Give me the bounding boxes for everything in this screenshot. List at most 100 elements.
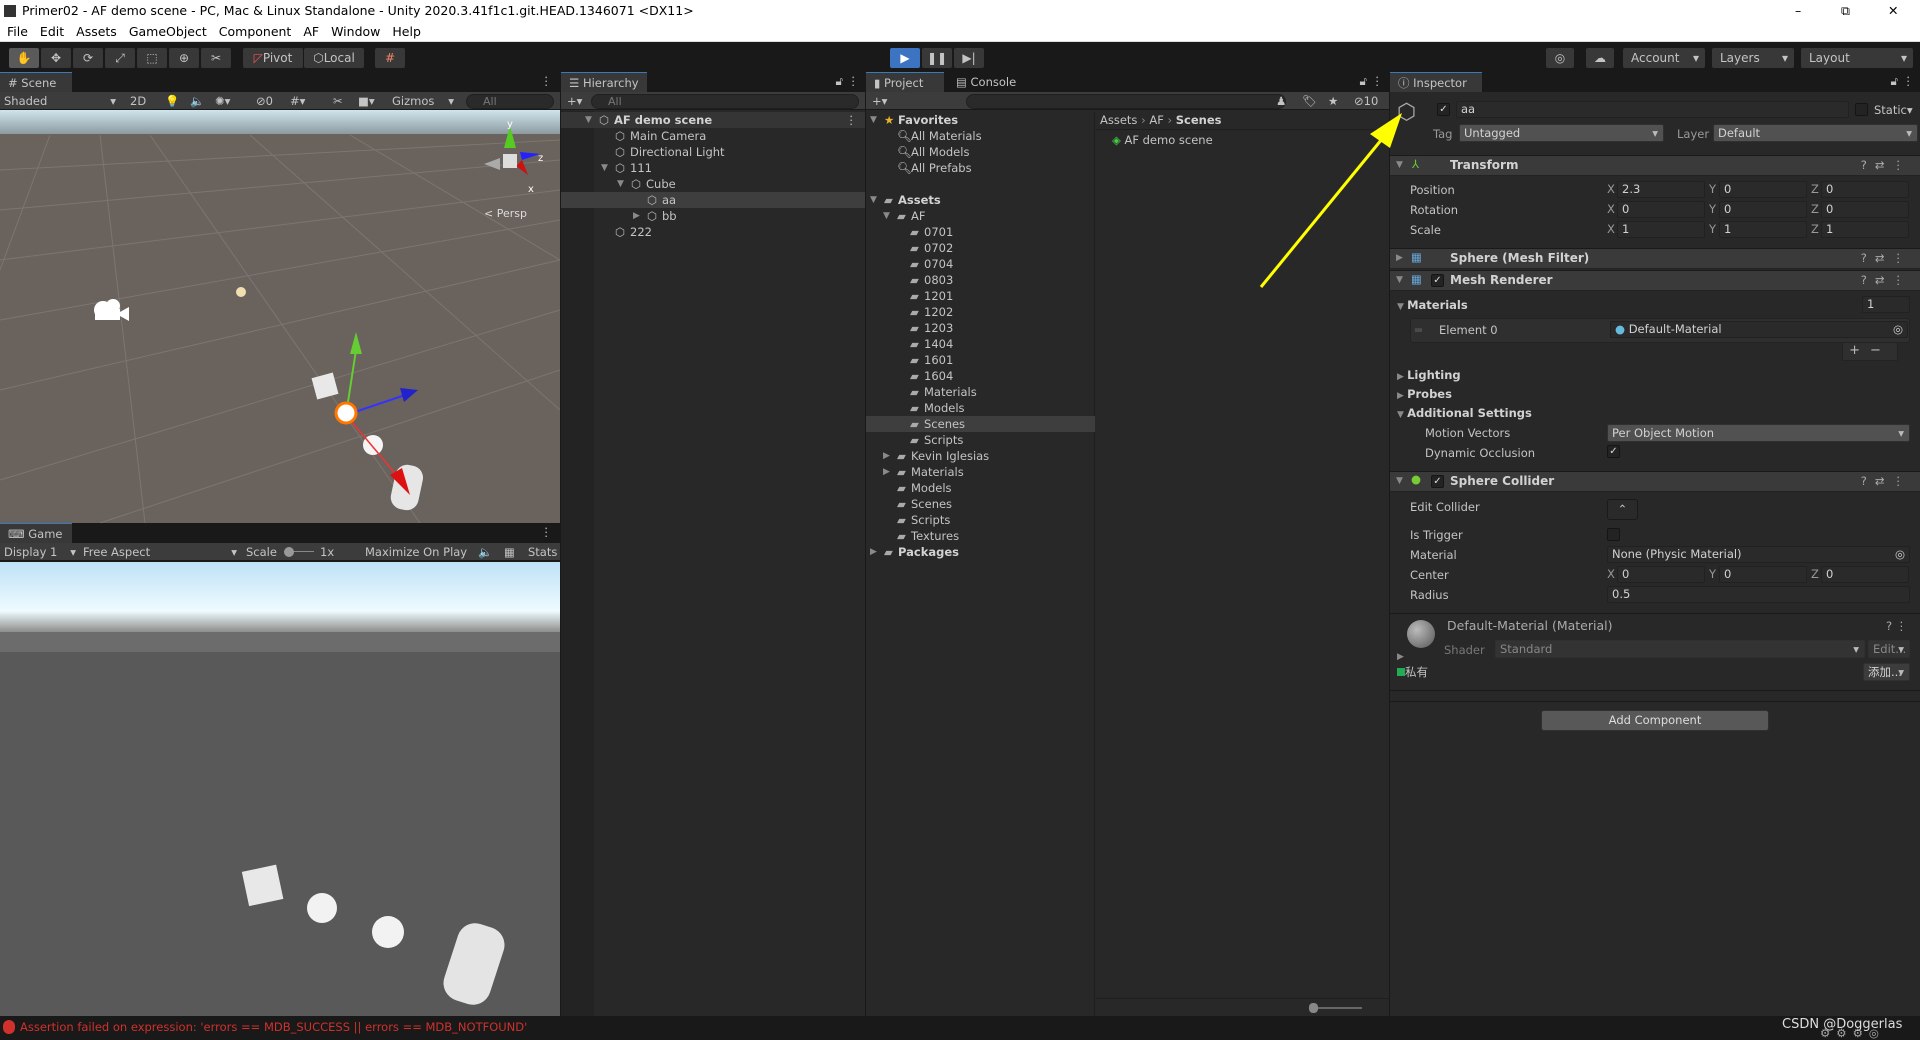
create-dropdown[interactable]: +▾ [567,92,582,110]
add-label-button[interactable]: 添加... [1863,663,1910,681]
layer-dropdown[interactable]: Default [1713,124,1918,142]
2d-toggle[interactable]: 2D [130,92,146,110]
light-gizmo-icon[interactable] [236,287,246,297]
custom-tool-icon[interactable]: ✂ [201,48,231,68]
display-dropdown[interactable]: Display 1 ▾ [4,543,76,561]
expand-triangle-icon[interactable]: ▶ [883,448,890,464]
transform-header[interactable]: ▼ ⅄ Transform ?⇄⋮ [1390,155,1920,176]
remove-element-button[interactable]: − [1870,343,1891,358]
menu-help[interactable]: Help [392,24,421,39]
project-tree-item[interactable]: ▰ Scripts [866,432,1095,448]
local-toggle[interactable]: ⬡Local [304,48,364,68]
z-input[interactable]: 0 [1821,181,1909,198]
search-by-label-icon[interactable]: 🏷︎ [1302,92,1317,110]
favorites-icon[interactable]: ★ [1328,92,1338,110]
project-tree-item[interactable]: ▰ Materials [866,384,1095,400]
project-tree-item[interactable]: ▰ 0702 [866,240,1095,256]
project-tree-item[interactable]: ▶ ▰ Kevin Iglesias [866,448,1095,464]
expand-triangle-icon[interactable]: ▼ [1396,476,1403,486]
projection-label[interactable]: < Persp [484,207,527,220]
expand-triangle-icon[interactable]: ▶ [870,544,877,560]
y-input[interactable]: 0 [1719,201,1807,218]
z-input[interactable]: 0 [1821,566,1909,583]
menu-window[interactable]: Window [331,24,380,39]
grid-toggle-icon[interactable]: #▾ [290,92,305,110]
more-menu-icon[interactable]: ⋮ [848,74,860,88]
collab-icon[interactable]: ◎ [1546,48,1574,68]
game-view[interactable] [0,562,560,1016]
hierarchy-item[interactable]: ▼ ⬡ Cube [561,176,865,192]
static-checkbox[interactable] [1855,103,1868,116]
gameobject-cube-icon[interactable]: ⬡ [1397,100,1416,125]
mesh-renderer-header[interactable]: ▼ ▦ ✓ Mesh Renderer ?⇄⋮ [1390,270,1920,291]
sphere-collider-header[interactable]: ▼ ● ✓ Sphere Collider ?⇄⋮ [1390,471,1920,492]
enabled-checkbox[interactable]: ✓ [1431,475,1444,488]
rotate-tool-icon[interactable]: ⟳ [73,48,103,68]
effects-toggle-icon[interactable]: ✺▾ [215,92,230,110]
object-picker-icon[interactable]: ◎ [1893,322,1903,337]
z-input[interactable]: 1 [1821,221,1909,238]
hand-tool-icon[interactable]: ✋ [9,48,39,68]
axis-x-label[interactable]: X [1607,201,1615,218]
project-tree-item[interactable]: ▰ 1201 [866,288,1095,304]
aspect-dropdown[interactable]: Free Aspect ▾ [83,543,237,561]
private-toggle[interactable]: 私有 [1397,664,1428,680]
scene-search-input[interactable]: All [466,94,554,109]
hierarchy-item[interactable]: ⬡ aa [561,192,865,208]
grid-snap-icon[interactable]: # [375,48,405,68]
shader-edit-button[interactable]: Edit... [1868,640,1910,658]
lock-icon[interactable]: 🔓︎ [1891,74,1898,89]
project-tree-item[interactable]: ▰ Models [866,400,1095,416]
menu-component[interactable]: Component [219,24,292,39]
icon-size-slider[interactable] [1312,1007,1362,1009]
project-tree-item[interactable]: 🔍︎ All Materials [866,128,1095,144]
project-tree-item[interactable]: ▰ 1202 [866,304,1095,320]
project-tree-item[interactable]: ▰ 0704 [866,256,1095,272]
cloud-icon[interactable]: ☁ [1586,48,1614,68]
hidden-objects-toggle[interactable]: ⊘0 [256,92,273,110]
component-actions-icons[interactable]: ?⇄⋮ [1861,158,1912,172]
audio-toggle-icon[interactable]: 🔈 [190,92,204,110]
move-tool-icon[interactable]: ✥ [41,48,71,68]
y-input[interactable]: 0 [1719,566,1807,583]
axis-z-label[interactable]: Z [1811,201,1819,218]
tag-dropdown[interactable]: Untagged [1459,124,1664,142]
project-tree-item[interactable]: ▰ 0803 [866,272,1095,288]
tab-inspector[interactable]: ⓘ Inspector [1390,72,1482,92]
x-input[interactable]: 0 [1617,201,1705,218]
list-add-remove[interactable]: +− [1842,343,1898,361]
pause-button[interactable]: ❚❚ [922,48,952,68]
more-menu-icon[interactable]: ⋮ [1903,74,1915,88]
axis-y-label[interactable]: Y [1709,221,1716,238]
scene-view[interactable]: y z x < Persp [0,110,560,523]
project-tree-item[interactable]: 🔍︎ All Prefabs [866,160,1095,176]
lighting-foldout[interactable]: ▶ Lighting [1397,367,1461,385]
camera-settings-icon[interactable]: ■▾ [358,92,375,110]
materials-foldout[interactable]: ▼ Materials [1397,297,1468,315]
stats-toggle[interactable]: Stats [528,543,557,561]
x-input[interactable]: 1 [1617,221,1705,238]
maximize-on-play-toggle[interactable]: Maximize On Play [365,543,467,561]
material-actions-icons[interactable]: ? ⋮ [1886,618,1907,634]
layout-dropdown[interactable]: Layout ▾ [1801,48,1913,68]
active-checkbox[interactable]: ✓ [1437,103,1450,116]
lock-icon[interactable]: 🔓︎ [836,74,843,89]
project-tree-item[interactable]: ▰ Models [866,480,1095,496]
tab-game[interactable]: ⌨ Game [0,523,72,543]
more-menu-icon[interactable]: ⋮ [846,112,858,128]
lock-icon[interactable]: 🔓︎ [1360,74,1367,89]
tab-scene[interactable]: # Scene [0,72,72,92]
menu-assets[interactable]: Assets [76,24,117,39]
status-icons[interactable]: ⚙⚙⚙◎ [1820,1026,1885,1040]
expand-triangle-icon[interactable]: ▶ [1397,652,1404,662]
transform-tool-icon[interactable]: ⊕ [169,48,199,68]
motion-vectors-dropdown[interactable]: Per Object Motion [1607,424,1910,442]
search-by-type-icon[interactable]: ♟ [1276,92,1286,110]
project-tree-item[interactable]: ▰ 1601 [866,352,1095,368]
expand-triangle-icon[interactable]: ▼ [870,112,877,128]
axis-z-label[interactable]: Z [1811,221,1819,238]
add-element-button[interactable]: + [1849,343,1870,358]
drag-handle-icon[interactable]: ═ [1415,322,1422,338]
materials-count-input[interactable]: 1 [1862,296,1910,313]
project-tree-item[interactable]: ▰ 1604 [866,368,1095,384]
